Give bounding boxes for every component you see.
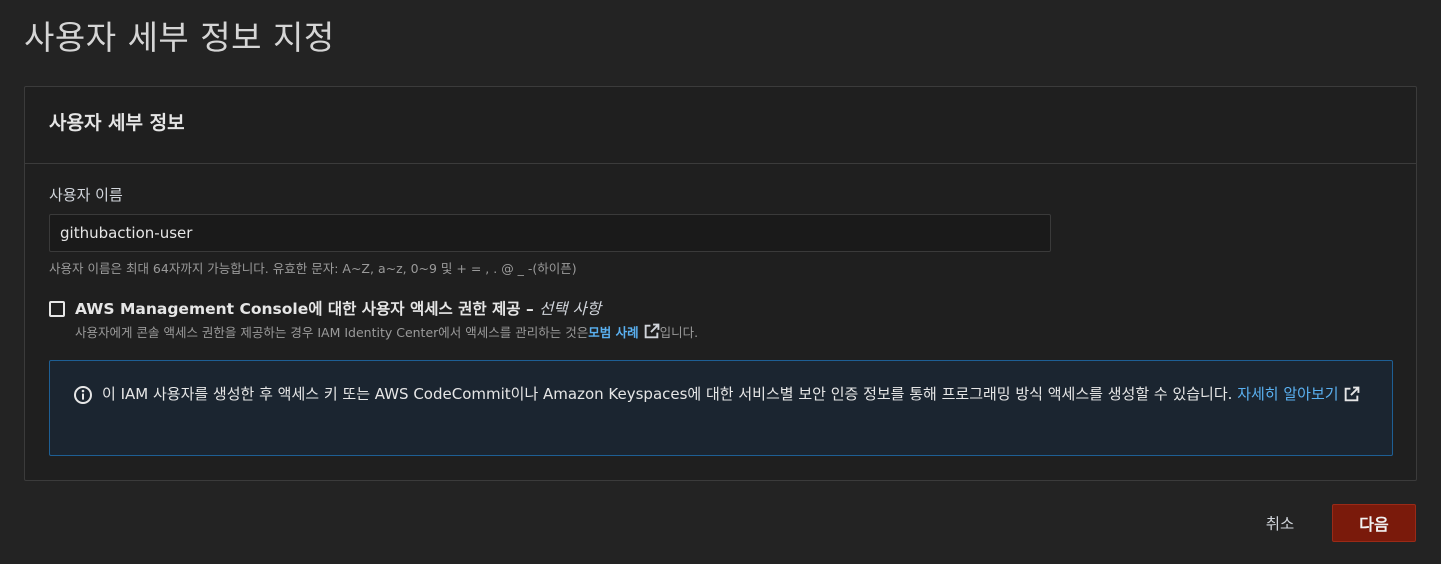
panel-title: 사용자 세부 정보 (49, 111, 185, 134)
console-access-checkbox[interactable] (49, 301, 65, 317)
best-practice-link-text: 모범 사례 (588, 325, 639, 340)
best-practice-link[interactable]: 모범 사례 (588, 322, 659, 341)
user-details-panel: 사용자 세부 정보 사용자 이름 사용자 이름은 최대 64자까지 가능합니다.… (24, 86, 1417, 481)
console-access-label[interactable]: AWS Management Console에 대한 사용자 액세스 권한 제공… (75, 297, 601, 319)
optional-tag: 선택 사항 (539, 300, 602, 318)
username-label: 사용자 이름 (49, 186, 123, 204)
page-title: 사용자 세부 정보 지정 (24, 18, 335, 57)
info-text: 이 IAM 사용자를 생성한 후 액세스 키 또는 AWS CodeCommit… (102, 381, 1372, 407)
panel-header: 사용자 세부 정보 (25, 87, 1416, 164)
info-alert: 이 IAM 사용자를 생성한 후 액세스 키 또는 AWS CodeCommit… (49, 360, 1393, 456)
learn-more-link[interactable]: 자세히 알아보기 (1237, 381, 1359, 407)
external-link-icon (644, 323, 659, 339)
next-button[interactable]: 다음 (1332, 504, 1416, 542)
console-access-desc-suffix: 입니다. (659, 325, 699, 340)
console-access-label-text: AWS Management Console에 대한 사용자 액세스 권한 제공… (75, 300, 540, 318)
console-access-desc-prefix: 사용자에게 콘솔 액세스 권한을 제공하는 경우 IAM Identity Ce… (75, 325, 589, 340)
cancel-button[interactable]: 취소 (1250, 506, 1310, 540)
external-link-icon (1344, 386, 1359, 401)
learn-more-link-text: 자세히 알아보기 (1237, 385, 1339, 403)
info-icon (74, 386, 92, 404)
username-hint: 사용자 이름은 최대 64자까지 가능합니다. 유효한 문자: A~Z, a~z… (49, 261, 577, 276)
console-access-description: 사용자에게 콘솔 액세스 권한을 제공하는 경우 IAM Identity Ce… (75, 322, 698, 341)
info-message: 이 IAM 사용자를 생성한 후 액세스 키 또는 AWS CodeCommit… (102, 385, 1238, 403)
username-input[interactable] (49, 214, 1051, 252)
